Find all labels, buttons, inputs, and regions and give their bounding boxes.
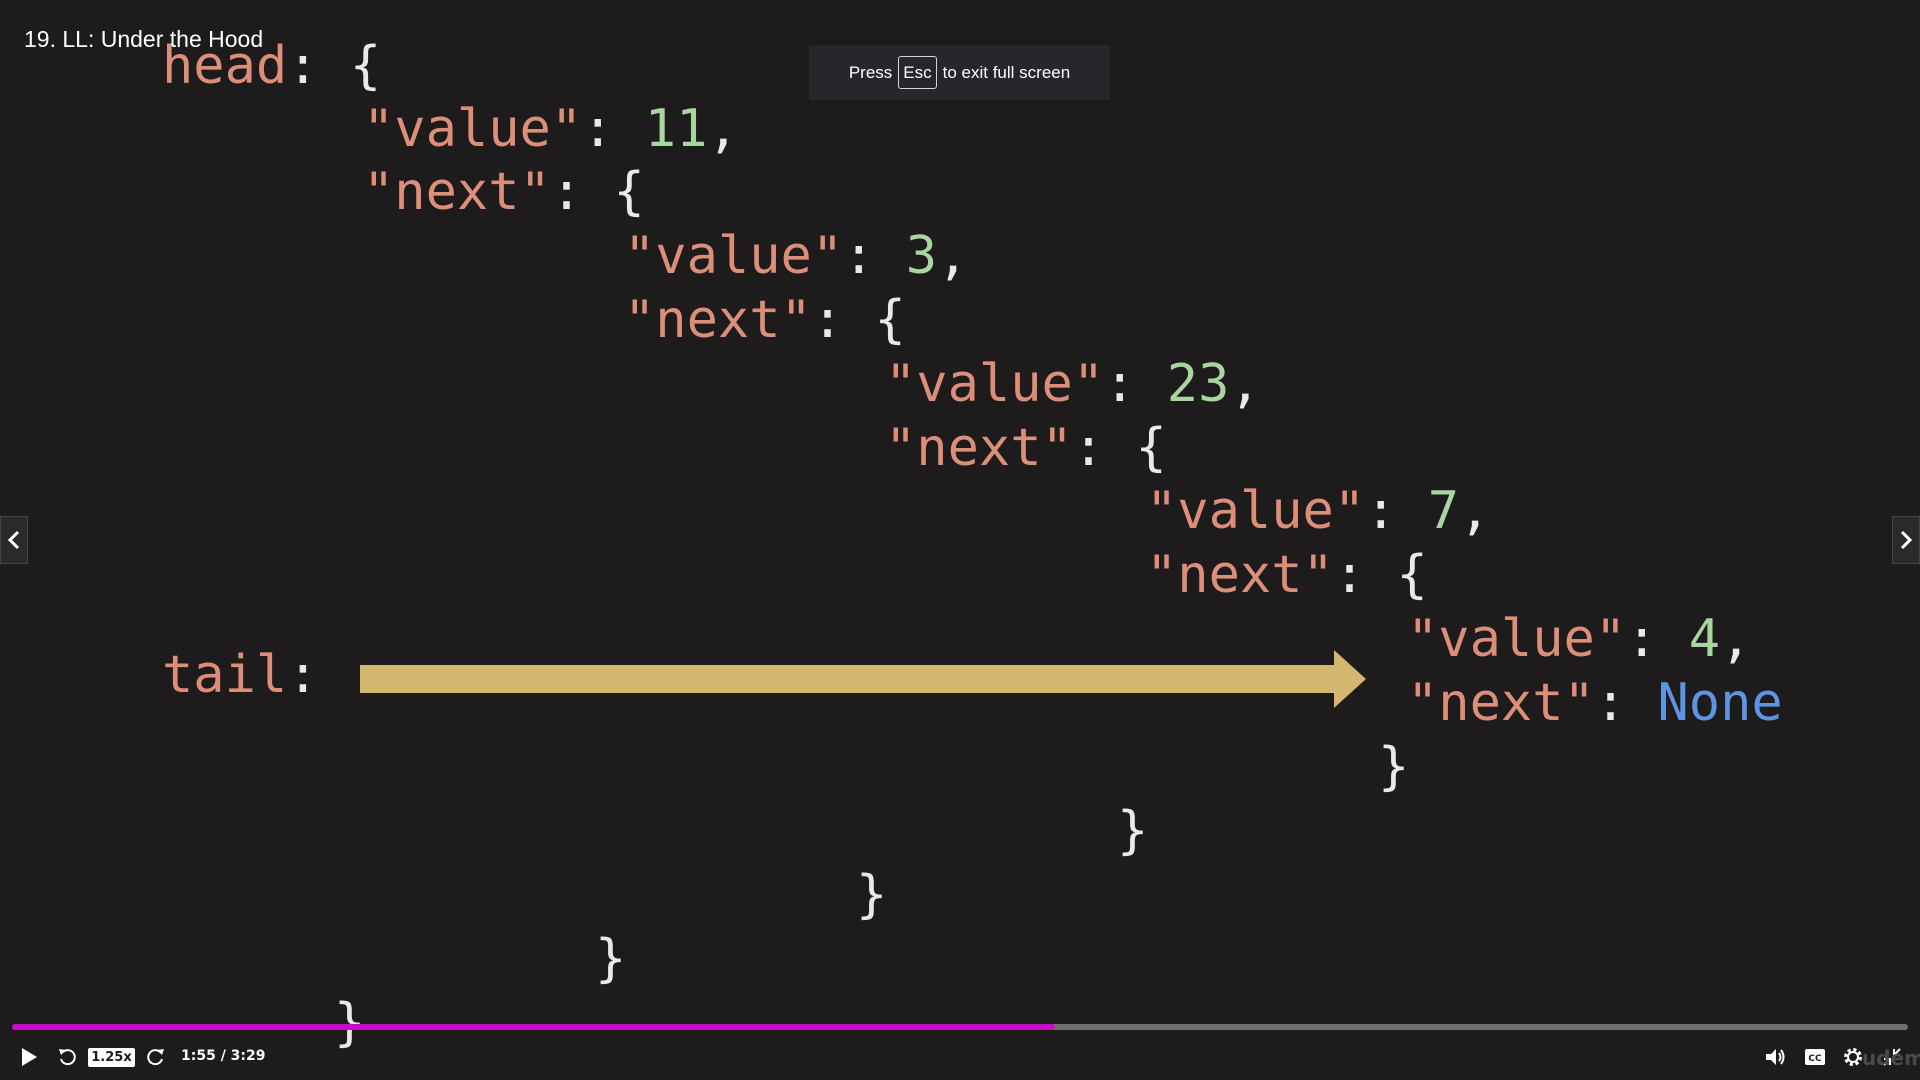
closing-brace-4: } [1117, 801, 1149, 861]
code-line-value-4: "value": 7, [1146, 481, 1491, 541]
value-2: 3 [905, 226, 938, 286]
player-controls: 1.25x 1:55 / 3:29 CC [0, 1040, 1920, 1074]
captions-button[interactable]: CC [1799, 1040, 1831, 1074]
esc-key-badge: Esc [898, 56, 937, 89]
value-5: 4 [1688, 609, 1721, 669]
code-line-next-1: "next": { [363, 162, 645, 222]
closing-brace-5: } [1378, 737, 1410, 797]
volume-button[interactable] [1760, 1040, 1792, 1074]
progress-fill [12, 1024, 1055, 1030]
value-1: 11 [644, 99, 708, 159]
brand-watermark: udemy [1862, 1046, 1920, 1070]
code-line-value-3: "value": 23, [885, 354, 1261, 414]
play-icon [22, 1048, 37, 1066]
code-line-next-2: "next": { [624, 290, 906, 350]
code-line-value-2: "value": 3, [624, 226, 969, 286]
code-line-tail: tail: [162, 645, 319, 705]
forward-icon [147, 1049, 164, 1066]
fullscreen-toast: Press Esc to exit full screen [809, 45, 1110, 100]
progress-bar[interactable] [12, 1024, 1908, 1030]
none-literal: None [1657, 673, 1783, 733]
closing-brace-3: } [856, 865, 888, 925]
captions-icon: CC [1805, 1049, 1825, 1065]
code-line-value-5: "value": 4, [1407, 609, 1752, 669]
next-lecture-button[interactable] [1892, 516, 1920, 564]
code-line-next-4: "next": { [1146, 545, 1428, 605]
value-4: 7 [1427, 481, 1460, 541]
lecture-title: 19. LL: Under the Hood [24, 26, 264, 52]
code-line-next-3: "next": { [885, 418, 1167, 478]
play-button[interactable] [14, 1040, 44, 1074]
code-line-next-5: "next": None [1407, 673, 1783, 733]
value-3: 23 [1166, 354, 1230, 414]
svg-text:CC: CC [1808, 1054, 1822, 1064]
tail-label: tail [162, 645, 288, 705]
video-frame[interactable]: head: { "value": 11, "next": { "value": … [0, 0, 1920, 1080]
tail-pointer-arrow [360, 650, 1366, 708]
rewind-button[interactable] [52, 1040, 82, 1074]
chevron-right-icon [1900, 530, 1913, 550]
playback-speed-button[interactable]: 1.25x [88, 1048, 135, 1067]
forward-button[interactable] [141, 1040, 171, 1074]
time-display: 1:55 / 3:29 [181, 1048, 266, 1064]
gear-icon [1844, 1048, 1862, 1066]
previous-lecture-button[interactable] [0, 516, 28, 564]
closing-brace-2: } [595, 929, 627, 989]
code-line-value-1: "value": 11, [363, 99, 739, 159]
volume-icon [1766, 1049, 1785, 1065]
rewind-icon [59, 1049, 76, 1066]
chevron-left-icon [7, 530, 20, 550]
